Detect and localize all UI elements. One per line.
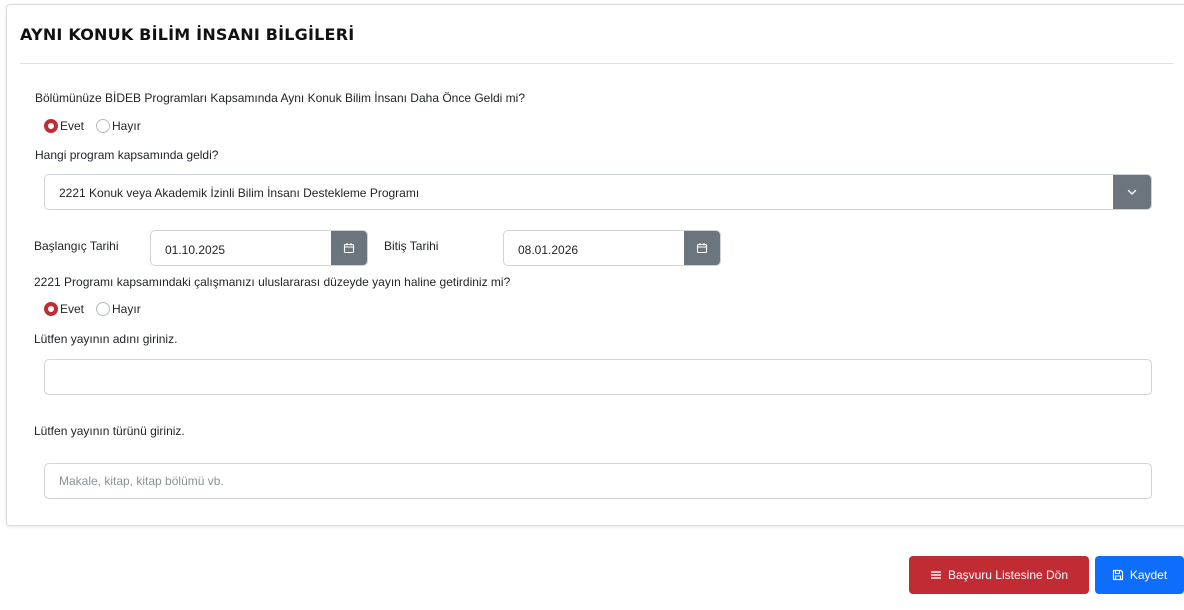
program-label: Hangi program kapsamında geldi?	[35, 148, 219, 162]
chevron-down-icon	[1127, 189, 1137, 195]
end-date-label: Bitiş Tarihi	[384, 239, 439, 253]
q1-radio-group: Evet Hayır	[44, 119, 149, 133]
end-date-value: 08.01.2026	[518, 243, 579, 257]
start-date-label: Başlangıç Tarihi	[34, 239, 119, 253]
start-date-value: 01.10.2025	[165, 243, 226, 257]
q2-hayir-label[interactable]: Hayır	[112, 302, 141, 316]
q2-label: 2221 Programı kapsamındaki çalışmanızı u…	[34, 275, 511, 289]
program-selected-value: 2221 Konuk veya Akademik İzinli Bilim İn…	[59, 186, 420, 200]
publication-type-label: Lütfen yayının türünü giriniz.	[34, 424, 185, 438]
info-card: AYNI KONUK BİLİM İNSANI BİLGİLERİ Bölümü…	[6, 4, 1184, 526]
q1-evet-radio[interactable]	[44, 119, 58, 133]
q2-evet-radio[interactable]	[44, 302, 58, 316]
q2-radio-group: Evet Hayır	[44, 302, 149, 316]
start-date-calendar-button[interactable]	[331, 231, 367, 265]
q1-label: Bölümünüze BİDEB Programları Kapsamında …	[35, 91, 526, 105]
publication-type-input[interactable]	[44, 463, 1152, 499]
back-to-list-button[interactable]: Başvuru Listesine Dön	[909, 556, 1089, 594]
program-select[interactable]: 2221 Konuk veya Akademik İzinli Bilim İn…	[44, 174, 1152, 210]
save-button[interactable]: Kaydet	[1095, 556, 1184, 594]
section-title: AYNI KONUK BİLİM İNSANI BİLGİLERİ	[20, 25, 355, 44]
title-divider	[20, 63, 1174, 64]
q1-hayir-label[interactable]: Hayır	[112, 119, 141, 133]
list-icon	[930, 571, 941, 579]
program-dropdown-button[interactable]	[1113, 175, 1151, 209]
end-date-field[interactable]: 08.01.2026	[503, 230, 721, 266]
back-to-list-label: Başvuru Listesine Dön	[947, 568, 1069, 582]
start-date-field[interactable]: 01.10.2025	[150, 230, 368, 266]
publication-name-label: Lütfen yayının adını giriniz.	[34, 332, 178, 346]
save-label: Kaydet	[1129, 568, 1168, 582]
q2-evet-label[interactable]: Evet	[60, 302, 84, 316]
q1-hayir-radio[interactable]	[96, 119, 111, 133]
save-icon	[1112, 569, 1123, 581]
calendar-icon	[696, 243, 708, 254]
end-date-calendar-button[interactable]	[684, 231, 720, 265]
calendar-icon	[343, 243, 355, 254]
q2-hayir-radio[interactable]	[96, 302, 111, 316]
q1-evet-label[interactable]: Evet	[60, 119, 84, 133]
publication-name-input[interactable]	[44, 359, 1152, 395]
